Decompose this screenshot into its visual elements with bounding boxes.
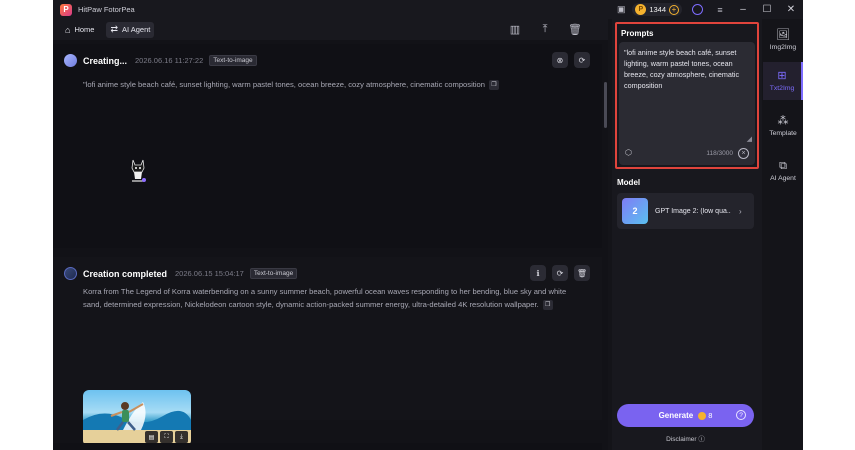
tool-sidebar: 🖼 Img2Img ⊞ Txt2Img ⁂ Template ⧉ AI Agen… xyxy=(763,19,803,450)
prompts-section: Prompts "lofi anime style beach café, su… xyxy=(615,22,759,169)
disclaimer-label: Disclaimer xyxy=(666,436,697,443)
user-avatar-icon[interactable] xyxy=(692,4,703,15)
tool-template[interactable]: ⁂ Template xyxy=(763,107,803,145)
prompt-panel: Prompts "lofi anime style beach café, su… xyxy=(612,19,762,450)
prompt-input-value: "lofi anime style beach café, sunset lig… xyxy=(624,48,740,90)
grid-icon: ⁂ xyxy=(777,115,789,127)
result-thumbnail[interactable]: ▤ ⛶ ⤓ xyxy=(83,390,191,446)
ai-agent-tab[interactable]: ⇄ AI Agent xyxy=(106,21,155,38)
generate-button[interactable]: Generate 8 ? xyxy=(617,404,754,427)
generate-label: Generate xyxy=(658,411,694,420)
scrollbar[interactable] xyxy=(604,82,607,128)
regenerate-icon[interactable]: ⟳ xyxy=(552,265,568,281)
download-icon[interactable]: ⤓ xyxy=(175,431,188,443)
title-bar: P HitPaw FotorPea ▣ P 1344 + ≡ – ☐ ✕ xyxy=(53,0,803,19)
info-icon: ⓘ xyxy=(698,436,705,443)
cancel-icon[interactable]: ⊗ xyxy=(552,52,568,68)
prompt-input[interactable]: "lofi anime style beach café, sunset lig… xyxy=(619,42,755,165)
resize-handle-icon[interactable]: ◢ xyxy=(747,135,752,143)
home-label: Home xyxy=(74,25,95,34)
trash-icon[interactable]: 🗑 xyxy=(568,23,582,37)
menu-icon[interactable]: ≡ xyxy=(713,3,727,17)
coin-icon xyxy=(698,411,707,420)
tool-txt2img[interactable]: ⊞ Txt2Img xyxy=(763,62,803,100)
tool-label: Img2Img xyxy=(769,44,797,51)
card-status: Creation completed xyxy=(83,268,168,279)
feedback-icon[interactable]: ▣ xyxy=(614,3,628,17)
history-feed[interactable]: Creating... 2026.06.16 11:27:22 Text-to-… xyxy=(53,40,608,450)
card-status: Creating... xyxy=(83,55,128,66)
agent-avatar xyxy=(64,54,77,67)
export-icon[interactable]: ⤒ xyxy=(538,23,552,37)
model-name: GPT Image 2: (low qua... xyxy=(655,207,731,215)
creation-card: Creating... 2026.06.16 11:27:22 Text-to-… xyxy=(53,44,602,248)
ai-agent-label: AI Agent xyxy=(122,25,151,34)
card-prompt: "lofi anime style beach café, sunset lig… xyxy=(83,78,603,91)
home-icon: ⌂ xyxy=(65,24,71,35)
card-prompt: Korra from The Legend of Korra waterbend… xyxy=(83,285,573,311)
copy-icon[interactable]: ❐ xyxy=(489,80,499,90)
model-thumbnail: 2 xyxy=(622,198,648,224)
maximize-button[interactable]: ☐ xyxy=(755,0,779,19)
minimize-button[interactable]: – xyxy=(731,0,755,19)
card-time: 2026.06.16 11:27:22 xyxy=(135,56,204,65)
home-button[interactable]: ⌂ Home xyxy=(61,22,98,38)
thumbnail-actions: ▤ ⛶ ⤓ xyxy=(143,431,188,443)
card-prompt-text: Korra from The Legend of Korra waterbend… xyxy=(83,287,567,309)
app-logo: P xyxy=(60,3,72,16)
help-icon[interactable]: ? xyxy=(736,410,746,420)
tool-label: Txt2Img xyxy=(769,85,795,92)
card-tag: Text-to-image xyxy=(249,268,298,279)
text-image-icon: ⊞ xyxy=(777,70,787,82)
disclaimer-link[interactable]: Disclaimer ⓘ xyxy=(612,433,759,443)
credits-badge[interactable]: P 1344 + xyxy=(632,3,682,16)
agent-avatar xyxy=(64,267,77,280)
credit-count: 1344 xyxy=(649,5,666,14)
regenerate-icon[interactable]: ⟳ xyxy=(574,52,590,68)
chat-bot-icon: ⧉ xyxy=(779,160,787,172)
image-plus-icon: 🖼 xyxy=(776,29,790,41)
clear-icon[interactable]: × xyxy=(738,148,749,159)
edit-icon[interactable]: ▤ xyxy=(145,431,158,443)
tool-img2img[interactable]: 🖼 Img2Img xyxy=(763,21,803,59)
nav-bar: ⌂ Home ⇄ AI Agent ▥ ⤒ 🗑 xyxy=(53,19,608,40)
app-title: HitPaw FotorPea xyxy=(78,5,135,14)
card-actions: ⊗ ⟳ xyxy=(546,52,590,68)
card-header: Creating... 2026.06.16 11:27:22 Text-to-… xyxy=(64,54,257,67)
info-icon[interactable]: ℹ xyxy=(530,265,546,281)
creation-card-partial xyxy=(53,443,602,450)
tool-label: AI Agent xyxy=(770,175,796,182)
title-bar-controls: ▣ P 1344 + ≡ – ☐ ✕ xyxy=(610,0,803,19)
delete-icon[interactable]: 🗑 xyxy=(574,265,590,281)
card-tag: Text-to-image xyxy=(209,55,257,66)
add-credits-icon[interactable]: + xyxy=(669,4,679,15)
card-prompt-text: "lofi anime style beach café, sunset lig… xyxy=(83,80,485,89)
tool-ai-agent[interactable]: ⧉ AI Agent xyxy=(763,152,803,190)
prompt-library-icon[interactable]: ⬡ xyxy=(625,148,632,157)
char-count: 118/3000 xyxy=(706,150,733,157)
close-button[interactable]: ✕ xyxy=(779,0,803,19)
app-window: P HitPaw FotorPea ▣ P 1344 + ≡ – ☐ ✕ ⌂ H… xyxy=(53,0,803,450)
chevron-right-icon: › xyxy=(739,206,742,216)
expand-icon[interactable]: ⛶ xyxy=(160,431,173,443)
model-title: Model xyxy=(617,178,641,187)
tool-label: Template xyxy=(769,130,797,137)
copy-icon[interactable]: ❐ xyxy=(542,300,553,310)
nav-actions: ▥ ⤒ 🗑 xyxy=(500,19,590,40)
coin-icon: P xyxy=(635,4,647,15)
card-header: Creation completed 2026.06.15 15:04:17 T… xyxy=(64,267,298,280)
generate-cost: 8 xyxy=(708,411,713,420)
prompts-title: Prompts xyxy=(621,29,654,38)
creation-card: Creation completed 2026.06.15 15:04:17 T… xyxy=(53,257,602,446)
swap-icon: ⇄ xyxy=(110,24,118,34)
card-actions: ℹ ⟳ 🗑 xyxy=(524,265,590,281)
model-selector[interactable]: 2 GPT Image 2: (low qua... › xyxy=(617,193,754,229)
book-icon[interactable]: ▥ xyxy=(508,23,522,37)
card-time: 2026.06.15 15:04:17 xyxy=(175,269,244,278)
loading-mascot-icon xyxy=(131,159,146,182)
